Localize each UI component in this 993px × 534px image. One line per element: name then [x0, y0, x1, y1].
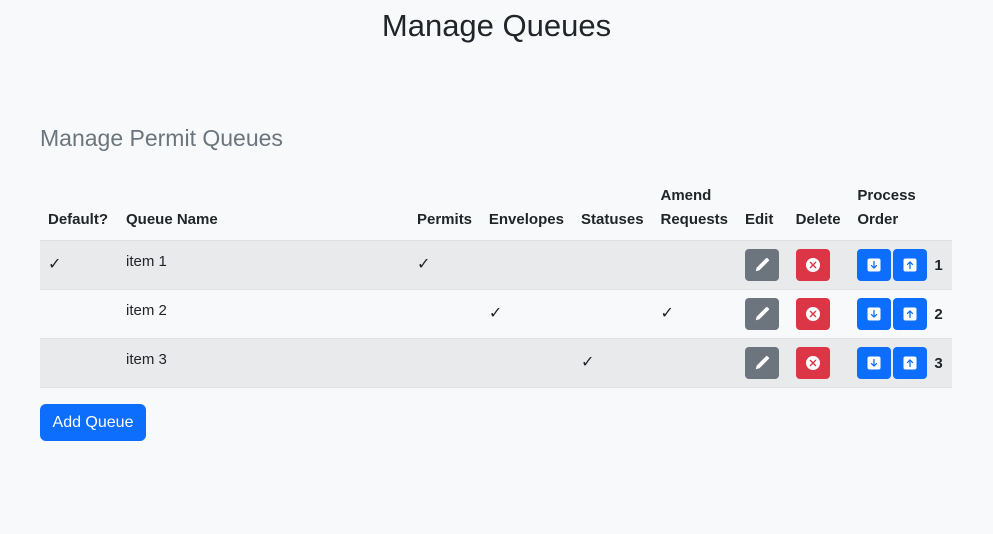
cell-permits: ✓ — [409, 240, 481, 290]
x-circle-icon — [805, 306, 821, 322]
queue-name: item 2 — [126, 301, 167, 319]
header-process-line1: Process — [857, 187, 916, 204]
arrow-up-icon — [903, 356, 917, 370]
move-down-button[interactable] — [857, 347, 892, 379]
page-title: Manage Queues — [381, 8, 612, 43]
pencil-icon — [754, 306, 770, 322]
cell-amend-requests — [652, 338, 738, 388]
arrow-up-icon — [903, 307, 917, 321]
delete-button[interactable] — [795, 249, 830, 281]
cell-amend-requests — [652, 240, 738, 290]
arrow-up-icon — [903, 258, 917, 272]
amend-check-icon: ✓ — [660, 305, 674, 322]
move-up-button[interactable] — [893, 347, 928, 379]
header-permits: Permits — [409, 176, 481, 241]
header-process-line2: Order — [857, 211, 899, 228]
cell-envelopes — [480, 240, 574, 290]
header-envelopes: Envelopes — [480, 176, 574, 241]
queue-name: item 1 — [126, 252, 167, 270]
cell-queue-name: item 2 — [118, 289, 409, 339]
cell-process-order: 2 — [849, 289, 952, 339]
cell-delete — [787, 289, 850, 339]
cell-default — [40, 338, 118, 388]
cell-default: ✓ — [40, 240, 118, 290]
x-circle-icon — [805, 257, 821, 273]
table-row: item 2 ✓ ✓ 2 — [40, 289, 952, 339]
pencil-icon — [754, 355, 770, 371]
cell-process-order: 1 — [849, 240, 952, 290]
table-row: item 3 ✓ 3 — [40, 338, 952, 388]
envelopes-check-icon: ✓ — [488, 305, 503, 322]
statuses-check-icon: ✓ — [581, 354, 595, 371]
cell-envelopes — [480, 338, 574, 388]
header-delete: Delete — [787, 176, 850, 241]
cell-delete — [787, 240, 850, 290]
pencil-icon — [754, 257, 770, 273]
section-title: Manage Permit Queues — [40, 125, 283, 151]
cell-process-order: 3 — [849, 338, 952, 388]
process-order-number: 3 — [934, 354, 943, 372]
header-amend-line1: Amend — [660, 187, 712, 204]
cell-amend-requests: ✓ — [652, 289, 738, 339]
header-queue-name: Queue Name — [118, 176, 409, 241]
permits-check-icon: ✓ — [417, 256, 431, 273]
queue-name: item 3 — [126, 350, 167, 368]
add-queue-button[interactable]: Add Queue — [40, 404, 146, 441]
move-up-button[interactable] — [893, 298, 928, 330]
delete-button[interactable] — [795, 347, 830, 379]
header-amend-requests: Amend Requests — [652, 176, 738, 241]
cell-edit — [737, 338, 788, 388]
cell-queue-name: item 1 — [118, 240, 409, 290]
queues-table: Default? Queue Name Permits Envelopes St… — [40, 176, 952, 388]
move-up-button[interactable] — [893, 249, 928, 281]
header-process-order: Process Order — [849, 176, 952, 241]
process-order-number: 2 — [934, 305, 943, 323]
edit-button[interactable] — [745, 347, 780, 379]
edit-button[interactable] — [745, 249, 780, 281]
cell-statuses — [573, 240, 653, 290]
cell-edit — [737, 289, 788, 339]
cell-permits — [409, 289, 481, 339]
cell-delete — [787, 338, 850, 388]
cell-statuses — [573, 289, 653, 339]
cell-default — [40, 289, 118, 339]
table-row: ✓ item 1 ✓ 1 — [40, 240, 952, 290]
header-statuses: Statuses — [573, 176, 653, 241]
default-check-icon: ✓ — [48, 256, 62, 273]
edit-button[interactable] — [745, 298, 780, 330]
cell-queue-name: item 3 — [118, 338, 409, 388]
arrow-down-icon — [867, 356, 881, 370]
arrow-down-icon — [867, 307, 881, 321]
process-order-number: 1 — [934, 256, 943, 274]
cell-permits — [409, 338, 481, 388]
cell-envelopes: ✓ — [480, 289, 574, 339]
header-edit: Edit — [737, 176, 788, 241]
x-circle-icon — [805, 355, 821, 371]
cell-edit — [737, 240, 788, 290]
delete-button[interactable] — [795, 298, 830, 330]
move-down-button[interactable] — [857, 249, 892, 281]
table-header-row: Default? Queue Name Permits Envelopes St… — [40, 176, 952, 241]
header-default: Default? — [40, 176, 118, 241]
move-down-button[interactable] — [857, 298, 892, 330]
header-amend-line2: Requests — [660, 211, 729, 228]
arrow-down-icon — [867, 258, 881, 272]
cell-statuses: ✓ — [573, 338, 653, 388]
